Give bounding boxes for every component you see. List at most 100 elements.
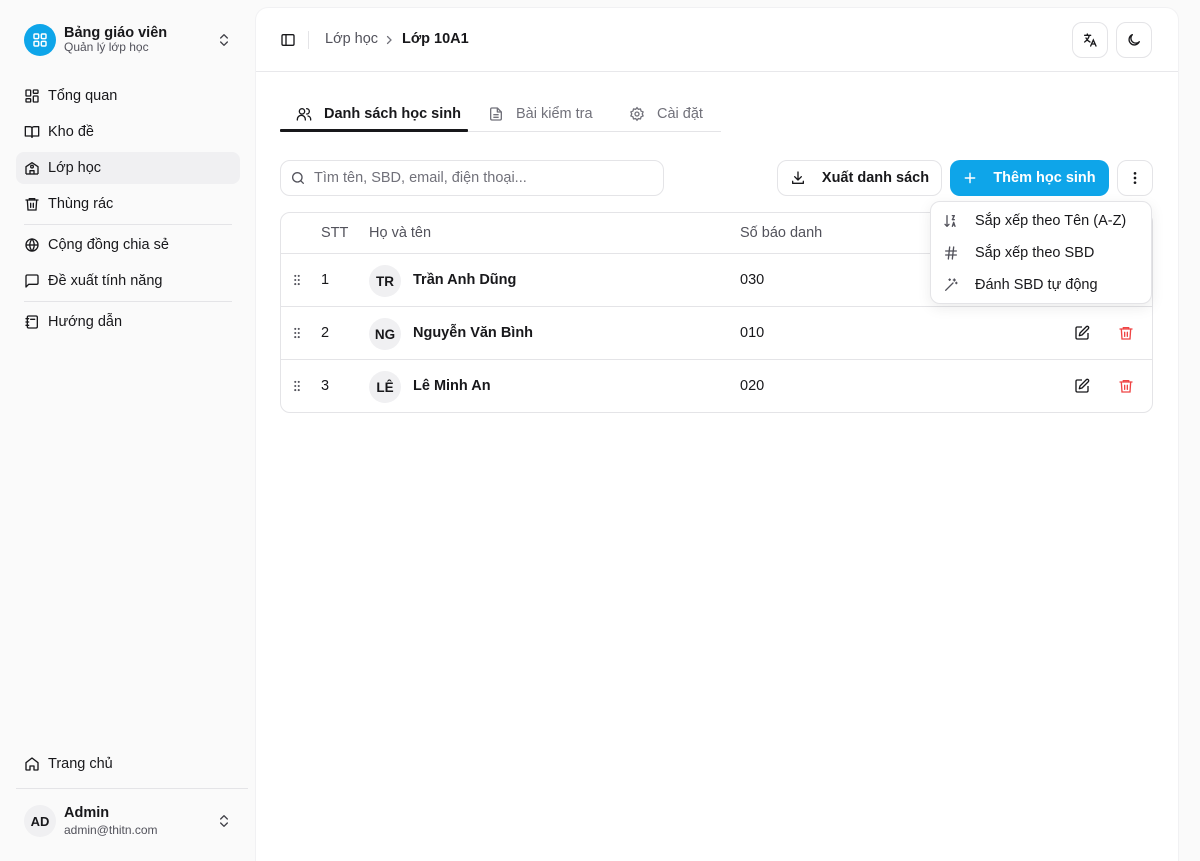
drag-handle-icon[interactable] [290, 379, 304, 393]
tab-student-list[interactable]: Danh sách học sinh [296, 96, 461, 132]
user-name: Admin [64, 805, 110, 822]
sort-az-icon [943, 213, 959, 229]
export-button[interactable]: Xuất danh sách [777, 160, 942, 196]
sidebar-item-label: Thùng rác [48, 196, 114, 212]
user-email: admin@thitn.com [64, 822, 158, 837]
more-options-menu: Sắp xếp theo Tên (A-Z) Sắp xếp theo SBD … [930, 201, 1152, 304]
sidebar-item-label: Hướng dẫn [48, 314, 123, 330]
student-name: Lê Minh An [413, 378, 491, 394]
brand-title: Bảng giáo viên [64, 24, 168, 41]
sidebar-divider [24, 224, 232, 225]
add-student-button[interactable]: Thêm học sinh [950, 160, 1109, 196]
column-header-stt: STT [321, 225, 349, 241]
sidebar-divider [16, 788, 248, 789]
delete-icon[interactable] [1118, 325, 1134, 341]
avatar: TR [369, 265, 401, 297]
main-panel: Lớp học Lớp 10A1 Danh sách học sinh Bài … [256, 8, 1178, 861]
drag-handle-icon[interactable] [290, 273, 304, 287]
menu-item-auto-sbd[interactable]: Đánh SBD tự động [935, 270, 1149, 300]
brand-switcher[interactable]: Bảng giáo viên Quản lý lớp học [16, 18, 240, 62]
sidebar-item-label: Trang chủ [48, 756, 113, 772]
home-icon [24, 756, 40, 772]
more-vertical-icon [1127, 170, 1143, 186]
active-tab-indicator [280, 129, 468, 132]
search-input[interactable] [314, 170, 634, 186]
tab-bar: Danh sách học sinh Bài kiểm tra Cài đặt [280, 96, 721, 132]
student-sbd: 030 [740, 272, 765, 288]
sidebar-item-trash[interactable]: Thùng rác [16, 188, 240, 220]
avatar: NG [369, 318, 401, 350]
user-menu[interactable]: AD Admin admin@thitn.com [16, 796, 240, 846]
menu-item-label: Đánh SBD tự động [975, 277, 1098, 293]
settings-icon [629, 106, 645, 122]
sidebar-toggle-icon[interactable] [280, 32, 296, 48]
sidebar-item-question-bank[interactable]: Kho đề [16, 116, 240, 148]
dashboard-logo-icon [24, 24, 56, 56]
sidebar-item-guide[interactable]: Hướng dẫn [16, 306, 240, 338]
table-row[interactable]: 3 LÊ Lê Minh An 020 [281, 360, 1152, 412]
sidebar-item-community[interactable]: Cộng đồng chia sẻ [16, 229, 240, 261]
notebook-icon [24, 314, 40, 330]
chevrons-up-down-icon [216, 32, 232, 48]
tab-settings[interactable]: Cài đặt [629, 96, 703, 132]
theme-toggle-button[interactable] [1116, 22, 1152, 58]
breadcrumb-current: Lớp 10A1 [402, 31, 469, 47]
plus-icon [963, 171, 977, 185]
sidebar: Bảng giáo viên Quản lý lớp học Tổng quan… [0, 0, 248, 861]
sidebar-divider [24, 301, 232, 302]
table-row[interactable]: 2 NG Nguyễn Văn Bình 010 [281, 307, 1152, 360]
sidebar-item-overview[interactable]: Tổng quan [16, 80, 240, 112]
search-box[interactable] [280, 160, 664, 196]
download-icon [790, 170, 806, 186]
users-icon [296, 106, 312, 122]
file-text-icon [488, 106, 504, 122]
brand-subtitle: Quản lý lớp học [64, 40, 149, 55]
tab-tests[interactable]: Bài kiểm tra [488, 96, 593, 132]
trash-icon [24, 196, 40, 212]
student-name: Trần Anh Dũng [413, 272, 517, 288]
magic-wand-icon [943, 277, 959, 293]
drag-handle-icon[interactable] [290, 326, 304, 340]
student-sbd: 010 [740, 325, 765, 341]
chevron-right-icon [383, 34, 395, 46]
search-icon [290, 170, 306, 186]
message-square-icon [24, 273, 40, 289]
sidebar-item-label: Lớp học [48, 160, 102, 176]
more-options-button[interactable] [1117, 160, 1153, 196]
add-student-label: Thêm học sinh [993, 170, 1096, 186]
menu-item-sort-by-sbd[interactable]: Sắp xếp theo SBD [935, 238, 1149, 268]
book-open-icon [24, 124, 40, 140]
menu-item-label: Sắp xếp theo Tên (A-Z) [975, 213, 1127, 229]
edit-icon[interactable] [1074, 378, 1090, 394]
sidebar-item-label: Cộng đồng chia sẻ [48, 237, 169, 253]
menu-item-sort-by-name[interactable]: Sắp xếp theo Tên (A-Z) [935, 206, 1149, 236]
delete-icon[interactable] [1118, 378, 1134, 394]
edit-icon[interactable] [1074, 325, 1090, 341]
sidebar-item-feature-request[interactable]: Đề xuất tính năng [16, 265, 240, 297]
row-stt: 3 [321, 378, 330, 394]
top-bar: Lớp học Lớp 10A1 [256, 8, 1178, 72]
chevrons-up-down-icon [216, 813, 232, 829]
dashboard-icon [24, 88, 40, 104]
globe-icon [24, 237, 40, 253]
tab-label: Bài kiểm tra [516, 106, 593, 122]
tab-label: Danh sách học sinh [324, 106, 461, 122]
row-stt: 1 [321, 272, 330, 288]
export-label: Xuất danh sách [821, 170, 930, 186]
language-button[interactable] [1072, 22, 1108, 58]
column-header-sbd: Số báo danh [740, 225, 823, 241]
sidebar-item-classes[interactable]: Lớp học [16, 152, 240, 184]
menu-item-label: Sắp xếp theo SBD [975, 245, 1095, 261]
moon-icon [1126, 32, 1142, 48]
hash-icon [943, 245, 959, 261]
sidebar-item-label: Kho đề [48, 124, 94, 140]
translate-icon [1082, 32, 1098, 48]
student-name: Nguyễn Văn Bình [413, 325, 534, 341]
avatar: LÊ [369, 371, 401, 403]
column-header-name: Họ và tên [369, 225, 432, 241]
sidebar-item-home[interactable]: Trang chủ [16, 748, 240, 780]
sidebar-item-label: Tổng quan [48, 88, 118, 104]
breadcrumb-classes[interactable]: Lớp học [325, 31, 378, 47]
student-sbd: 020 [740, 378, 765, 394]
avatar: AD [24, 805, 56, 837]
